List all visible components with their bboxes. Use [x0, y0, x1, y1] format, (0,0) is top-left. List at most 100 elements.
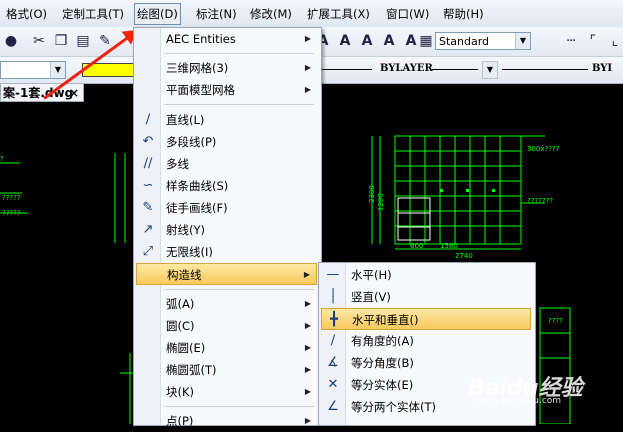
copy-icon[interactable]: ❐	[52, 32, 70, 50]
menu-item-label: 有角度的(A)	[351, 334, 414, 348]
menu-item-label: 等分实体(E)	[351, 378, 414, 392]
dim-angular-icon[interactable]: ⌞	[606, 32, 623, 50]
submenu-item-angular[interactable]: ∕ 有角度的(A)	[321, 330, 531, 352]
bisect-two-entities-icon: ∠	[327, 399, 339, 414]
layer-select[interactable]: ▼	[0, 61, 66, 79]
infinite-line-icon: ⤢	[142, 244, 154, 259]
menu-item-label: 水平(H)	[351, 268, 392, 282]
submenu-arrow-icon: ▶	[303, 270, 310, 279]
svg-text:?????: ?????	[2, 209, 21, 217]
chevron-down-icon[interactable]: ▼	[482, 61, 498, 79]
menu-custom-tools[interactable]: 定制工具(T)	[60, 5, 126, 23]
menu-format[interactable]: 格式(O)	[4, 5, 49, 23]
menu-item-label: 射线(Y)	[166, 223, 205, 237]
linetype-value[interactable]: BYLAYER	[380, 63, 433, 74]
menu-item-label: 竖直(V)	[351, 290, 391, 304]
menu-extend-tools[interactable]: 扩展工具(X)	[305, 5, 372, 23]
menu-item-construction-line[interactable]: 构造线 ▶	[136, 263, 317, 285]
menu-item-point[interactable]: 点(P) ▶	[136, 410, 317, 432]
menu-item-label: 水平和垂直()	[352, 313, 419, 327]
svg-text:?????: ?????	[2, 194, 21, 202]
menu-item-label: 徒手画线(F)	[166, 201, 228, 215]
menu-item-aec-entities[interactable]: AEC Entities ▶	[136, 28, 317, 50]
menu-modify[interactable]: 修改(M)	[248, 5, 294, 23]
menu-item-label: 点(P)	[166, 414, 194, 428]
multiline-icon: ∕∕	[143, 156, 153, 171]
svg-text:????: ????	[548, 317, 563, 325]
menu-dimension[interactable]: 标注(N)	[194, 5, 239, 23]
submenu-arrow-icon: ▶	[304, 85, 311, 94]
lineweight-line	[502, 69, 588, 70]
menu-item-circle[interactable]: 圆(C) ▶	[136, 315, 317, 337]
linetype-line-left	[322, 69, 372, 70]
text-misc-icon[interactable]: ▦	[417, 32, 435, 50]
draw-menu: AEC Entities ▶ 三维网格(3) ▶ 平面模型网格 ▶ ∕ 直线(L…	[133, 27, 322, 428]
paste-icon[interactable]: ▤	[74, 32, 92, 50]
chevron-down-icon[interactable]: ▼	[50, 62, 65, 78]
angle-line-icon: ∕	[330, 333, 336, 348]
menu-item-ray[interactable]: ↗ 射线(Y)	[136, 219, 317, 241]
submenu-arrow-icon: ▶	[304, 416, 311, 425]
svg-text:300x????: 300x????	[527, 145, 560, 153]
submenu-item-horizontal-and-vertical[interactable]: ╋ 水平和垂直()	[321, 308, 531, 330]
text-style-select[interactable]: Standard ▼	[435, 32, 531, 50]
dim-linear-icon[interactable]: ┄	[562, 32, 580, 50]
menu-item-label: 等分角度(B)	[351, 356, 414, 370]
line-icon: ∕	[145, 112, 151, 127]
dim-text: 2300	[368, 185, 376, 203]
menu-item-multiline[interactable]: ∕∕ 多线	[136, 153, 317, 175]
menu-help[interactable]: 帮助(H)	[441, 5, 486, 23]
menu-item-plane-mesh[interactable]: 平面模型网格 ▶	[136, 79, 317, 101]
menu-item-label: 三维网格(3)	[166, 61, 229, 75]
menu-item-polyline[interactable]: ↶ 多段线(P)	[136, 131, 317, 153]
menu-item-label: 构造线	[167, 268, 202, 282]
ray-icon: ↗	[142, 222, 154, 237]
linetype-line-right	[432, 69, 478, 70]
submenu-arrow-icon: ▶	[304, 299, 311, 308]
menu-item-label: 块(K)	[166, 385, 195, 399]
menu-item-elliptical-arc[interactable]: 椭圆弧(T) ▶	[136, 359, 317, 381]
menu-item-3d-mesh[interactable]: 三维网格(3) ▶	[136, 57, 317, 79]
menu-item-label: 直线(L)	[166, 113, 205, 127]
horizontal-line-icon: —	[326, 267, 340, 282]
menu-item-freehand[interactable]: ✎ 徒手画线(F)	[136, 197, 317, 219]
menu-separator	[164, 289, 314, 290]
menu-item-label: 多段线(P)	[166, 135, 217, 149]
binoculars-icon[interactable]: ●	[2, 32, 20, 50]
bisect-entity-icon: ✕	[327, 377, 339, 392]
menu-item-arc[interactable]: 弧(A) ▶	[136, 293, 317, 315]
submenu-arrow-icon: ▶	[304, 321, 311, 330]
menu-draw[interactable]: 绘图(D)	[134, 3, 181, 25]
menubar: 格式(O) 定制工具(T) 绘图(D) 标注(N) 修改(M) 扩展工具(X) …	[0, 0, 623, 28]
drawing-tab[interactable]: 案-1套.dwg ×	[0, 84, 84, 102]
menu-item-label: 圆(C)	[166, 319, 195, 333]
submenu-item-horizontal[interactable]: — 水平(H)	[321, 264, 531, 286]
submenu-arrow-icon: ▶	[304, 63, 311, 72]
menu-item-label: 无限线(I)	[166, 245, 213, 259]
menu-item-spline[interactable]: ∽ 样条曲线(S)	[136, 175, 317, 197]
chevron-down-icon[interactable]: ▼	[515, 33, 530, 49]
submenu-arrow-icon: ▶	[304, 343, 311, 352]
text-icon[interactable]: A	[336, 32, 354, 50]
dim-text: 2740	[455, 252, 473, 260]
svg-text:?: ?	[0, 155, 4, 163]
text-find-icon[interactable]: A	[380, 32, 398, 50]
close-icon[interactable]: ×	[69, 84, 79, 102]
menu-item-label: 椭圆(E)	[166, 341, 206, 355]
drawing-tab-title: 案-1套.dwg	[3, 86, 74, 100]
cut-icon[interactable]: ✂	[30, 32, 48, 50]
polyline-icon: ↶	[142, 134, 154, 149]
menu-item-infinite-line[interactable]: ⤢ 无限线(I)	[136, 241, 317, 263]
menu-item-line[interactable]: ∕ 直线(L)	[136, 109, 317, 131]
vertical-line-icon: │	[329, 289, 337, 304]
menu-item-ellipse[interactable]: 椭圆(E) ▶	[136, 337, 317, 359]
menu-item-label: 等分两个实体(T)	[351, 400, 436, 414]
text-style-value: Standard	[439, 35, 490, 48]
menu-window[interactable]: 窗口(W)	[384, 5, 431, 23]
dim-aligned-icon[interactable]: ⌜	[584, 32, 602, 50]
text-edit-icon[interactable]: A	[358, 32, 376, 50]
lineweight-value[interactable]: BYI	[592, 63, 612, 74]
menu-item-block[interactable]: 块(K) ▶	[136, 381, 317, 403]
submenu-item-vertical[interactable]: │ 竖直(V)	[321, 286, 531, 308]
crosshair-icon: ╋	[330, 312, 338, 327]
